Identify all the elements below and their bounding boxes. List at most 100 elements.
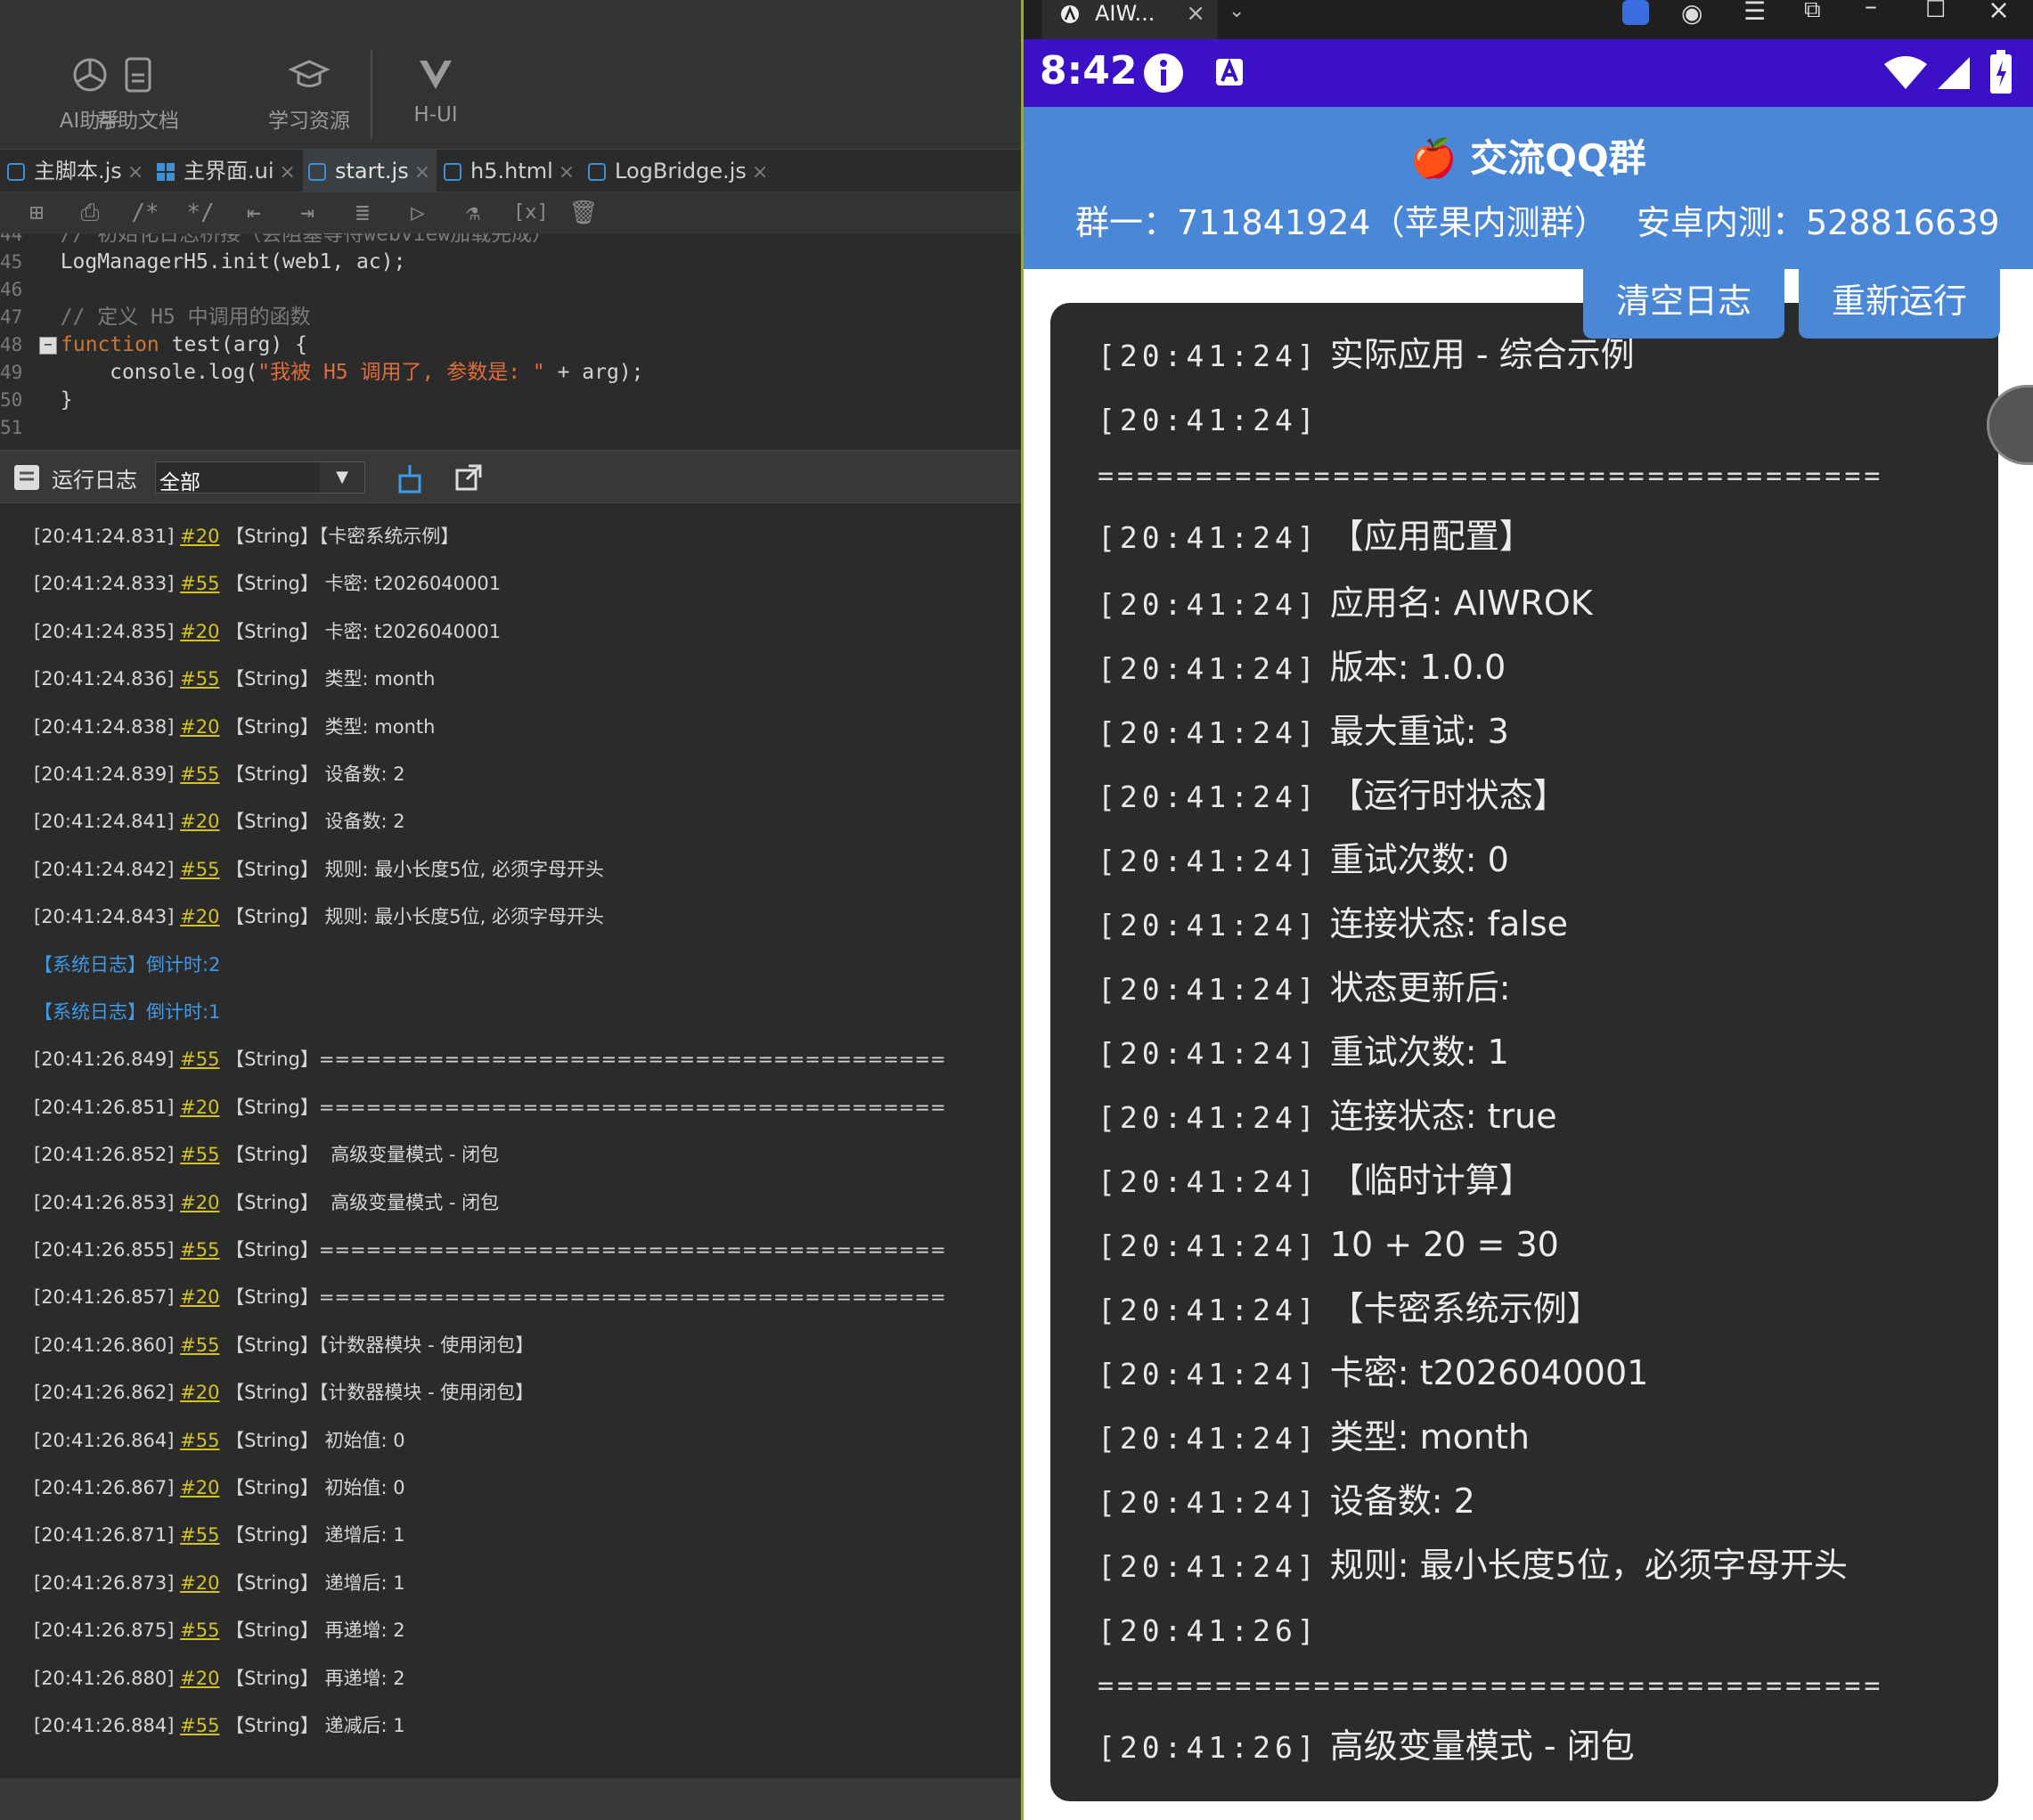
uncomment-icon[interactable]: */ (185, 198, 216, 228)
panel-message: 【临时计算】 (1319, 1161, 1533, 1200)
log-source-link[interactable]: #55 (180, 668, 219, 690)
log-source-link[interactable]: #20 (180, 811, 219, 832)
tab-main-script[interactable]: 主脚本.js × (5, 150, 144, 192)
log-message: 递增后: 1 (318, 1524, 405, 1547)
log-source-link[interactable]: #20 (180, 1382, 219, 1403)
panel-timestamp: [20:41:24] (1098, 1164, 1319, 1199)
close-icon[interactable]: × (280, 161, 296, 184)
log-row: [20:41:26.860] #55 【String】【计数器模块 - 使用闭包… (34, 1330, 534, 1360)
panel-message: 状态更新后: (1319, 968, 1511, 1008)
log-source-link[interactable]: #55 (180, 1715, 219, 1736)
log-source-link[interactable]: #20 (180, 906, 219, 927)
log-source-link[interactable]: #55 (180, 573, 219, 594)
lightning-icon[interactable] (1622, 0, 1649, 25)
print-icon[interactable]: ⎙ (75, 198, 105, 228)
log-source-link[interactable]: #20 (180, 1572, 219, 1594)
tab-logbridge-js[interactable]: LogBridge.js × (586, 150, 768, 192)
help-docs-button[interactable]: 帮助文档 (89, 53, 187, 134)
flask-icon[interactable]: ⚗ (458, 198, 488, 228)
close-icon[interactable]: × (1186, 0, 1205, 27)
code-editor[interactable]: 44 // 初始化日志桥接（会阻塞等待webview加载完成） 45 LogMa… (0, 233, 1022, 450)
log-source-link[interactable]: #20 (180, 1097, 219, 1118)
log-source-link[interactable]: #20 (180, 526, 219, 547)
panel-log-line: [20:41:24] 应用名: AIWROK (1098, 577, 1593, 629)
comment-icon[interactable]: /* (130, 198, 160, 228)
chevron-down-icon[interactable]: ▼ (320, 462, 364, 493)
maximize-icon[interactable]: ☐ (1925, 0, 1946, 23)
tab-start-js[interactable]: start.js × (303, 150, 437, 192)
log-source-link[interactable]: #55 (180, 1144, 219, 1165)
minimize-icon[interactable]: – (1865, 0, 1877, 20)
user-icon[interactable]: ◉ (1681, 0, 1702, 28)
panel-timestamp: [20:41:24] (1098, 908, 1319, 943)
panel-message: 重试次数: 1 (1319, 1032, 1509, 1072)
panel-timestamp: [20:41:24] (1098, 520, 1319, 555)
ide-statusbar (0, 1778, 1022, 1820)
h-ui-button[interactable]: H-UI (387, 53, 485, 127)
log-source-link[interactable]: #20 (180, 1192, 219, 1213)
log-filter-value: 全部 (159, 471, 200, 494)
tab-h5-html[interactable]: h5.html × (442, 150, 575, 192)
log-source-link[interactable]: #55 (180, 1239, 219, 1261)
log-timestamp: [20:41:26.873] (34, 1571, 175, 1594)
log-message: ======================================== (318, 1049, 946, 1071)
close-icon[interactable]: × (414, 161, 430, 184)
panel-message: 规则: 最小长度5位，必须字母开头 (1319, 1546, 1848, 1585)
panel-message: 卡密: t2026040001 (1319, 1353, 1649, 1392)
variable-icon[interactable]: [x] (513, 198, 549, 228)
qq-group-header: 🍎 交流QQ群 群一：711841924（苹果内测群） 安卓内测：5288166… (1024, 107, 2033, 269)
log-source-link[interactable]: #20 (180, 716, 219, 738)
log-type: 【String】 (225, 1239, 319, 1261)
log-message: 【卡密系统示例】 (318, 526, 460, 547)
close-icon[interactable]: × (559, 161, 575, 184)
a-icon (1216, 58, 1243, 86)
emulator-tab[interactable]: AIW... × (1041, 0, 1218, 39)
log-source-link[interactable]: #20 (180, 1477, 219, 1498)
trash-icon[interactable]: 🗑 (568, 198, 599, 228)
log-filter-select[interactable]: 全部 ▼ (155, 461, 365, 494)
panel-message: 应用名: AIWROK (1319, 584, 1593, 623)
popout-icon[interactable] (454, 463, 483, 492)
close-icon[interactable]: × (752, 161, 768, 184)
panel-timestamp: [20:41:24] (1098, 1485, 1319, 1520)
panel-log-line: [20:41:24] 版本: 1.0.0 (1098, 641, 1506, 693)
log-type: 【String】 (225, 1382, 319, 1404)
log-message: 再递增: 2 (318, 1620, 405, 1642)
log-timestamp: [20:41:26.853] (34, 1191, 175, 1213)
fold-icon[interactable]: − (39, 336, 57, 355)
log-source-link[interactable]: #55 (180, 1334, 219, 1356)
tab-main-ui[interactable]: 主界面.ui × (155, 150, 298, 192)
learning-resources-button[interactable]: 学习资源 (260, 53, 358, 134)
indent-icon[interactable]: ⇥ (292, 198, 323, 228)
log-source-link[interactable]: #55 (180, 1620, 219, 1641)
log-icon (14, 465, 39, 490)
panel-message: 类型: month (1319, 1417, 1530, 1457)
close-window-icon[interactable]: × (1988, 0, 2010, 26)
chevron-down-icon[interactable]: ⌄ (1229, 0, 1245, 22)
menu-icon[interactable]: ☰ (1743, 0, 1766, 26)
rerun-button[interactable]: 重新运行 (1799, 267, 2000, 339)
run-icon[interactable]: ▷ (403, 198, 433, 228)
log-source-link[interactable]: #55 (180, 763, 219, 785)
log-type: 【String】 (225, 811, 319, 833)
clear-log-button[interactable]: 清空日志 (1583, 267, 1784, 339)
group2-number: 安卓内测：528816639 (1637, 203, 2000, 242)
panel-message: 连接状态: true (1319, 1097, 1557, 1136)
close-icon[interactable]: × (127, 161, 143, 184)
pin-icon[interactable]: ⧉ (1804, 0, 1821, 24)
broom-icon[interactable] (396, 463, 424, 494)
log-source-link[interactable]: #20 (180, 1668, 219, 1689)
log-source-link[interactable]: #55 (180, 1524, 219, 1546)
add-icon[interactable]: ⊞ (21, 198, 52, 228)
format-icon[interactable]: ≣ (347, 198, 378, 228)
log-source-link[interactable]: #55 (180, 1430, 219, 1451)
log-source-link[interactable]: #55 (180, 859, 219, 880)
log-type: 【String】 (225, 715, 319, 738)
log-source-link[interactable]: #20 (180, 1286, 219, 1308)
log-source-link[interactable]: #20 (180, 621, 219, 642)
log-row: [20:41:26.884] #55 【String】 递减后: 1 (34, 1710, 405, 1741)
log-row: [20:41:24.835] #20 【String】 卡密: t2026040… (34, 616, 501, 647)
log-timestamp: [20:41:24.835] (34, 620, 175, 642)
log-source-link[interactable]: #55 (180, 1049, 219, 1070)
outdent-icon[interactable]: ⇤ (239, 198, 269, 228)
